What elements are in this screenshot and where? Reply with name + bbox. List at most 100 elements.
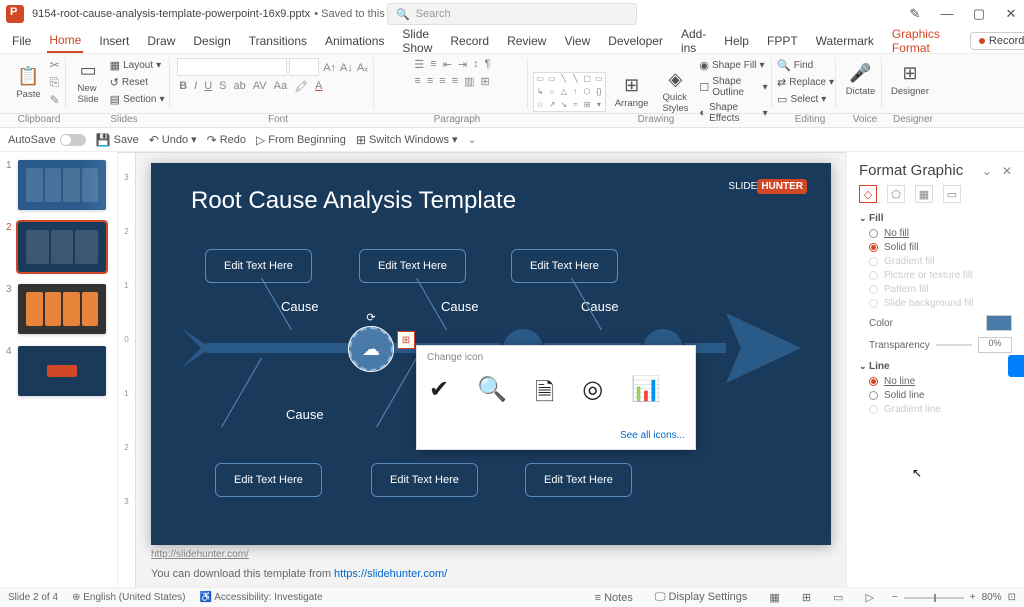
shape-outline-button[interactable]: ☐Shape Outline ▾: [697, 75, 769, 99]
tab-draw[interactable]: Draw: [145, 30, 177, 52]
slideshow-view-icon[interactable]: ▷: [861, 589, 877, 606]
panel-close-icon[interactable]: ✕: [1002, 164, 1012, 178]
reading-view-icon[interactable]: ▭: [829, 589, 847, 606]
zoom-out-icon[interactable]: −: [892, 592, 898, 603]
align-center-icon[interactable]: ≡: [425, 75, 435, 88]
slide-counter[interactable]: Slide 2 of 4: [8, 592, 58, 603]
cut-icon[interactable]: ✂: [50, 58, 60, 72]
tab-view[interactable]: View: [562, 30, 592, 52]
line-section-header[interactable]: Line: [859, 361, 1012, 372]
tab-help[interactable]: Help: [722, 30, 751, 52]
align-right-icon[interactable]: ≡: [437, 75, 447, 88]
accessibility-indicator[interactable]: ♿ Accessibility: Investigate: [200, 592, 323, 603]
slide-footer-link[interactable]: http://slidehunter.com/: [151, 549, 831, 560]
thumbnail-2[interactable]: 2: [6, 222, 111, 272]
qat-more-icon[interactable]: ⌄: [468, 133, 477, 146]
document-icon[interactable]: 🗎: [535, 375, 554, 416]
normal-view-icon[interactable]: ▦: [765, 589, 783, 606]
save-button[interactable]: 💾Save: [96, 133, 139, 147]
textbox-3[interactable]: Edit Text Here: [511, 249, 618, 283]
line-spacing-icon[interactable]: ↕: [471, 58, 481, 71]
tab-slideshow[interactable]: Slide Show: [400, 23, 434, 59]
numbering-icon[interactable]: ≡: [428, 58, 438, 71]
shape-fill-button[interactable]: ◉Shape Fill ▾: [697, 58, 769, 73]
designer-button[interactable]: ⊞Designer: [886, 58, 934, 102]
color-swatch[interactable]: [986, 315, 1012, 331]
highlight-icon[interactable]: 🖍: [292, 80, 310, 93]
tab-design[interactable]: Design: [191, 30, 232, 52]
maximize-icon[interactable]: ▢: [972, 6, 986, 22]
font-color-icon[interactable]: A: [313, 80, 324, 93]
graphic-icon-selected[interactable]: ☁ ⟳ ⊞: [349, 327, 393, 371]
format-painter-icon[interactable]: ✎: [50, 93, 60, 107]
bold-icon[interactable]: B: [177, 80, 189, 93]
cause-label-2[interactable]: Cause: [441, 299, 479, 314]
tab-file[interactable]: File: [10, 30, 33, 52]
slide-title[interactable]: Root Cause Analysis Template: [191, 187, 516, 215]
tab-record[interactable]: Record: [448, 30, 491, 52]
search-box[interactable]: 🔍 Search: [387, 3, 637, 25]
magnifier-icon[interactable]: 🔍: [477, 375, 507, 416]
fill-solid[interactable]: Solid fill: [869, 242, 1012, 253]
fit-to-window-icon[interactable]: ⊡: [1008, 592, 1016, 603]
panel-dropdown-icon[interactable]: ⌄: [982, 164, 992, 178]
picture-tab-icon[interactable]: ▭: [943, 185, 961, 203]
line-no-line[interactable]: No line: [869, 376, 1012, 387]
fill-no-fill[interactable]: No fill: [869, 228, 1012, 239]
cause-label-4[interactable]: Cause: [286, 407, 324, 422]
columns-icon[interactable]: ▥: [462, 75, 476, 88]
autosave-toggle[interactable]: AutoSave: [8, 134, 86, 146]
arrange-button[interactable]: ⊞Arrange: [610, 70, 654, 114]
shapes-gallery[interactable]: ▭▭╲╲▢▭ ↳○△↑⬡{} ☆↗↘≈⊞▾: [533, 72, 605, 112]
increase-font-icon[interactable]: A↑: [321, 62, 338, 74]
new-slide-button[interactable]: ▭New Slide: [73, 61, 104, 105]
slide-viewport[interactable]: Root Cause Analysis Template SLIDEHUNTER: [136, 153, 846, 590]
target-icon[interactable]: ◎: [582, 375, 603, 416]
font-family-dropdown[interactable]: [177, 58, 287, 76]
bar-chart-icon[interactable]: 📊: [631, 375, 661, 416]
font-size-dropdown[interactable]: [289, 58, 319, 76]
tab-review[interactable]: Review: [505, 30, 548, 52]
zoom-slider[interactable]: [904, 597, 964, 599]
see-all-icons-link[interactable]: See all icons...: [427, 430, 685, 441]
indent-less-icon[interactable]: ⇤: [441, 58, 454, 71]
tab-animations[interactable]: Animations: [323, 30, 386, 52]
tab-graphics-format[interactable]: Graphics Format: [890, 23, 942, 59]
shadow-icon[interactable]: ab: [232, 80, 248, 93]
shape-effects-button[interactable]: ◐Shape Effects ▾: [697, 101, 769, 125]
notes-button[interactable]: ≡ Notes: [591, 590, 637, 606]
find-button[interactable]: 🔍Find: [775, 58, 836, 73]
dictate-button[interactable]: 🎤Dictate: [841, 58, 881, 102]
strike-icon[interactable]: S: [217, 80, 228, 93]
section-button[interactable]: ▤Section ▾: [108, 92, 167, 107]
notes-text[interactable]: You can download this template from http…: [151, 568, 831, 580]
switch-windows-button[interactable]: ⊞Switch Windows ▾: [356, 133, 458, 147]
transparency-value[interactable]: 0%: [978, 337, 1012, 353]
layout-button[interactable]: ▦Layout ▾: [108, 58, 167, 73]
quick-styles-button[interactable]: ◈Quick Styles: [658, 70, 694, 114]
reset-button[interactable]: ↺Reset: [108, 75, 167, 90]
minimize-icon[interactable]: —: [940, 6, 954, 22]
thumbnail-4[interactable]: 4: [6, 346, 111, 396]
copy-icon[interactable]: ⎘: [50, 75, 60, 90]
language-indicator[interactable]: ⊕ English (United States): [72, 592, 185, 603]
tab-insert[interactable]: Insert: [97, 30, 131, 52]
text-direction-icon[interactable]: ¶: [483, 58, 493, 71]
slide-content[interactable]: Root Cause Analysis Template SLIDEHUNTER: [151, 163, 831, 545]
thumbnail-1[interactable]: 1: [6, 160, 111, 210]
tab-transitions[interactable]: Transitions: [247, 30, 309, 52]
redo-button[interactable]: ↷Redo: [207, 133, 246, 147]
align-left-icon[interactable]: ≡: [412, 75, 422, 88]
tab-home[interactable]: Home: [47, 29, 83, 53]
zoom-level[interactable]: 80%: [982, 592, 1002, 603]
thumbnail-3[interactable]: 3: [6, 284, 111, 334]
fill-tab-icon[interactable]: ◇: [859, 185, 877, 203]
from-beginning-button[interactable]: ▷From Beginning: [256, 133, 346, 147]
textbox-1[interactable]: Edit Text Here: [205, 249, 312, 283]
clear-format-icon[interactable]: Aₓ: [355, 62, 370, 74]
display-settings-button[interactable]: 🖵 Display Settings: [651, 589, 752, 606]
graphic-options-button[interactable]: ⊞: [397, 331, 415, 349]
replace-button[interactable]: ⇄Replace ▾: [775, 75, 836, 90]
notes-link[interactable]: https://slidehunter.com/: [334, 568, 447, 580]
tab-watermark[interactable]: Watermark: [814, 30, 876, 52]
